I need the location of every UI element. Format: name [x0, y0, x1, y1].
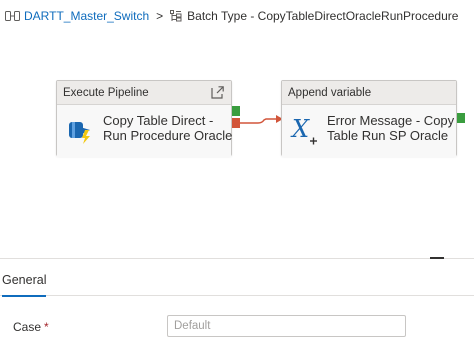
activity-type-label: Append variable [282, 81, 456, 105]
activity-body: Copy Table Direct - Run Procedure Oracle [57, 105, 232, 157]
activity-name-line-2: Table Run SP Oracle [327, 128, 449, 143]
breadcrumb-pipeline-link[interactable]: DARTT_Master_Switch [24, 9, 149, 23]
activity-append-variable[interactable]: Append variable X Error Message - Copy T… [281, 80, 457, 157]
panel-resize-handle[interactable] [430, 257, 444, 259]
activity-type-text: Execute Pipeline [63, 87, 149, 99]
activity-execute-pipeline[interactable]: Execute Pipeline Copy Table Direct - Run… [56, 80, 232, 157]
append-variable-icon: X [290, 115, 317, 145]
activity-name: Copy Table Direct - Run Procedure Oracle [103, 113, 232, 143]
case-label-text: Case [13, 320, 42, 334]
case-input[interactable] [167, 315, 406, 337]
activity-name-line-1: Error Message - Copy [327, 113, 455, 128]
failure-output-port[interactable] [232, 118, 240, 128]
success-output-port[interactable] [232, 106, 240, 116]
activity-name-line-2: Run Procedure Oracle [103, 128, 233, 143]
svg-text:X: X [290, 115, 310, 143]
execute-pipeline-icon [69, 122, 90, 144]
activity-body: X Error Message - Copy Table Run SP Orac… [282, 105, 456, 157]
switch-activity-icon [170, 10, 182, 22]
activity-name-line-1: Copy Table Direct - [103, 113, 214, 128]
breadcrumb-separator: > [156, 9, 164, 23]
success-output-port[interactable] [457, 113, 465, 123]
activity-name: Error Message - Copy Table Run SP Oracle [327, 113, 454, 143]
open-external-icon[interactable] [210, 85, 225, 100]
activity-type-label: Execute Pipeline [57, 81, 231, 105]
tab-general-label: General [2, 273, 47, 287]
breadcrumb-current: Batch Type - CopyTableDirectOracleRunPro… [187, 9, 459, 23]
tab-general[interactable]: General [0, 268, 48, 297]
pipeline-canvas[interactable]: Execute Pipeline Copy Table Direct - Run… [0, 28, 474, 258]
panel-divider [0, 258, 474, 259]
properties-tabs: General [0, 268, 474, 297]
pipeline-icon [5, 11, 20, 21]
case-label: Case * [13, 320, 49, 334]
breadcrumb: DARTT_Master_Switch > Batch Type - CopyT… [5, 7, 458, 25]
activity-type-text: Append variable [288, 87, 372, 99]
required-marker: * [44, 320, 49, 334]
tab-active-indicator [2, 295, 47, 297]
